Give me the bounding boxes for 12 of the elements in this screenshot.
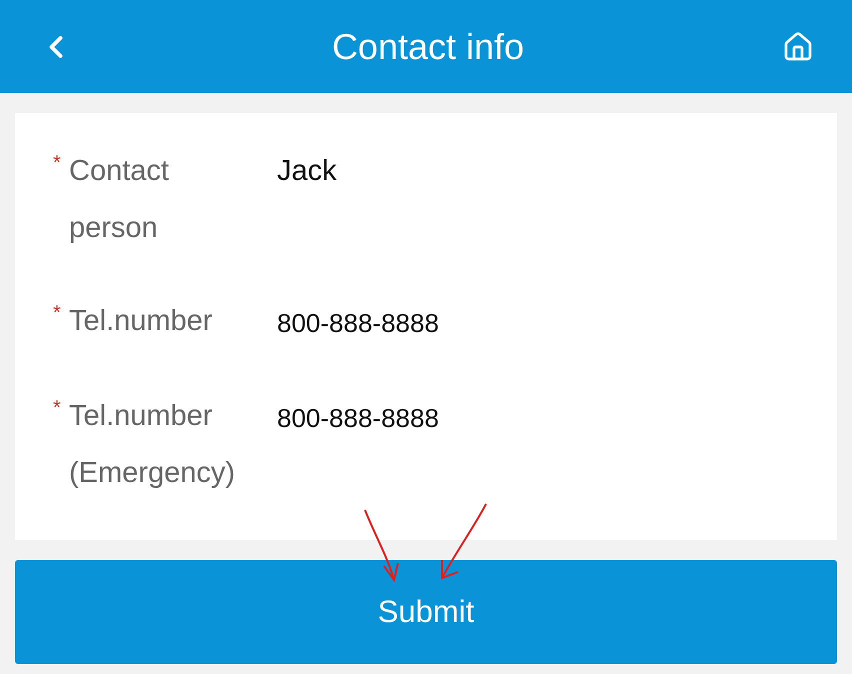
text-field[interactable]: Jack bbox=[277, 143, 337, 200]
phone-field[interactable]: 800-888-8888 bbox=[277, 295, 439, 352]
field-label: Tel.number (Emergency) bbox=[69, 399, 236, 491]
home-button[interactable] bbox=[782, 30, 814, 62]
required-mark: * bbox=[53, 396, 62, 421]
field-label: Contact person bbox=[69, 154, 170, 246]
phone-field[interactable]: 800-888-8888 bbox=[277, 390, 439, 447]
field-label: Tel.number bbox=[69, 304, 214, 339]
home-icon bbox=[782, 30, 814, 62]
required-mark: * bbox=[53, 151, 62, 176]
required-mark: * bbox=[53, 301, 62, 326]
page-title: Contact info bbox=[332, 24, 524, 68]
